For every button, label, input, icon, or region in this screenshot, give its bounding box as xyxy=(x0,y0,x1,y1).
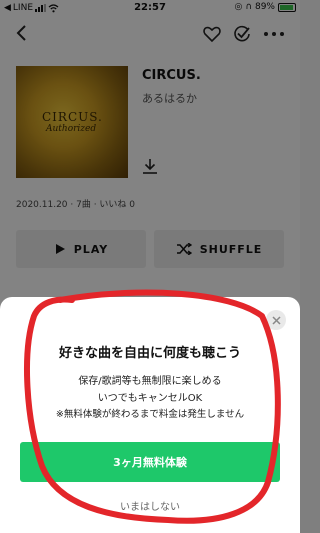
sheet-headline: 好きな曲を自由に何度も聴こう xyxy=(58,346,241,361)
close-icon xyxy=(271,315,281,325)
not-now-link[interactable]: いまはしない xyxy=(0,498,300,513)
trial-bottom-sheet: 好きな曲を自由に何度も聴こう 保存/歌詞等も無制限に楽しめる いつでもキャンセル… xyxy=(0,297,300,533)
free-trial-button[interactable]: 3ヶ月無料体験 xyxy=(20,442,280,482)
billing-note: ※無料体験が終わるまで料金は発生しません xyxy=(55,409,245,420)
benefit-line-1: 保存/歌詞等も無制限に楽しめる xyxy=(78,376,222,387)
close-button[interactable] xyxy=(266,310,286,330)
benefit-line-2: いつでもキャンセルOK xyxy=(97,393,203,404)
